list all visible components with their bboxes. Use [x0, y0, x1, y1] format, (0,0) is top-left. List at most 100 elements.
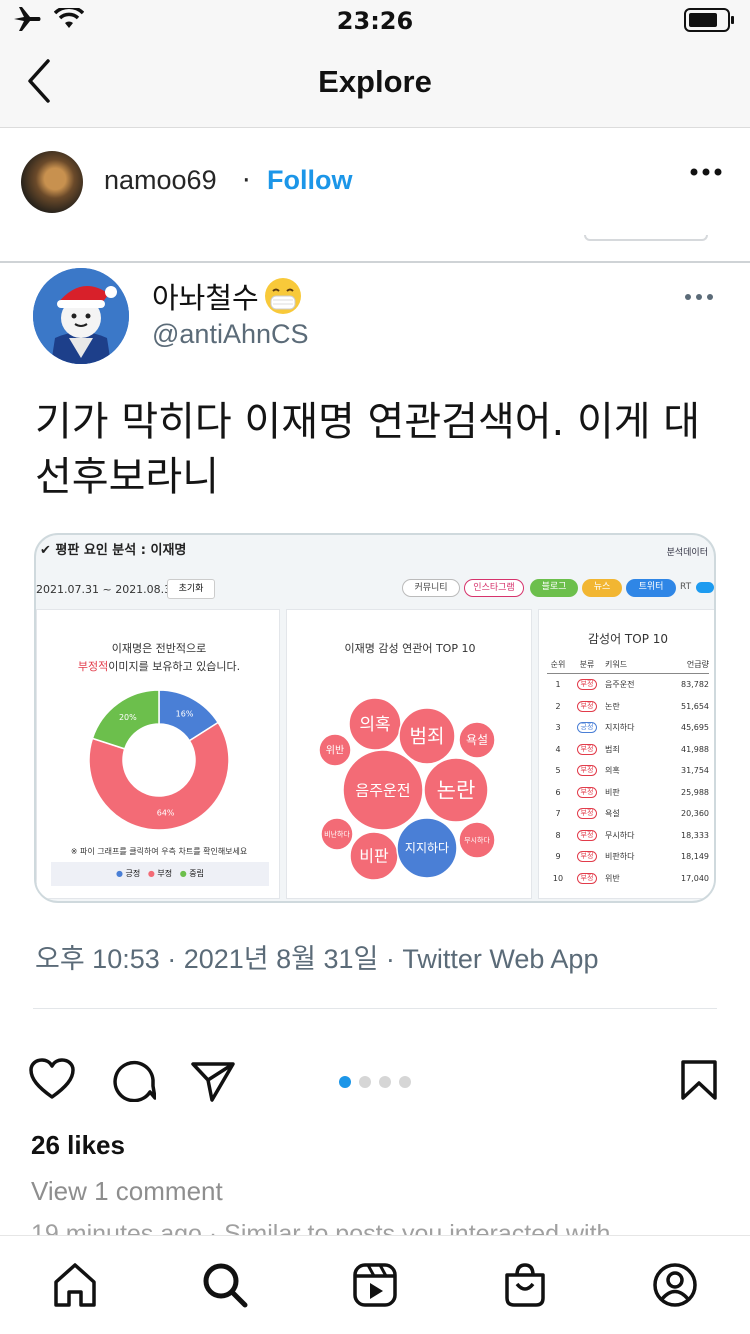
separator-dot: ·	[242, 165, 251, 196]
table-row: 3 긍정 지지하다 45,695	[547, 717, 709, 739]
heart-icon[interactable]	[28, 1057, 76, 1101]
donut-slice-label: 64%	[157, 809, 175, 818]
keyword-bubble-panel: 이재명 감성 연관어 TOP 10 의혹 범죄 욕설 위반 음주운전 논란 비난하다 비판 지지…	[286, 609, 532, 899]
keyword-table-panel: 감성어 TOP 10 순위 분류 키워드 언급량 1 부정 음주운전 83,782 2 부정 논란 5…	[538, 609, 714, 899]
carousel-dot	[399, 1076, 411, 1088]
table-cell: 비판	[605, 787, 620, 797]
tweet-handle: @antiAhnCS	[152, 319, 309, 349]
table-cell: 논란	[605, 701, 620, 711]
more-icon[interactable]	[690, 167, 722, 177]
table-cell: 10	[552, 873, 564, 883]
table-cell: 부정	[569, 700, 605, 712]
table-cell: 2	[555, 701, 561, 711]
chip-community: 커뮤니티	[402, 579, 460, 597]
keyword-bubble-label: 범죄	[410, 726, 445, 748]
donut-headline: 이재명은 전반적으로	[111, 642, 207, 655]
previous-tweet-edge	[0, 235, 750, 263]
tweet-image-card: ✔ 평판 요인 분석 : 이재명 분석데이터 2021.07.31 ~ 2021…	[34, 533, 716, 903]
table-cell: 8	[555, 830, 561, 840]
table-cell: 부정	[569, 765, 605, 777]
share-icon[interactable]	[190, 1060, 236, 1102]
donut-headline-2: 이미지를 보유하고 있습니다.	[108, 660, 241, 673]
table-cell: 부정	[569, 743, 605, 755]
bubble-title: 이재명 감성 연관어 TOP 10	[344, 642, 476, 655]
table-header-cell: 순위	[550, 660, 566, 669]
view-comments-link[interactable]: View 1 comment	[31, 1176, 223, 1207]
chip-twitter: 트위터	[626, 579, 676, 597]
post-timestamp: 19 minutes ago · Similar to posts you in…	[31, 1220, 611, 1235]
rt-label: RT	[680, 582, 692, 592]
reels-icon[interactable]	[352, 1262, 398, 1308]
table-header-row: 순위 분류 키워드 언급량	[547, 656, 709, 674]
table-row: 1 부정 음주운전 83,782	[547, 674, 709, 696]
shop-icon[interactable]	[502, 1262, 548, 1308]
table-cell: 5	[555, 766, 561, 776]
nav-bar: Explore	[0, 40, 750, 128]
keyword-bubble-label: 지지하다	[405, 841, 449, 855]
table-cell: 41,988	[681, 744, 709, 754]
table-cell: 25,988	[681, 787, 709, 797]
table-cell: 20,360	[681, 809, 709, 819]
table-cell: 지지하다	[605, 723, 635, 733]
donut-chart: 16% 64% 20%	[88, 689, 230, 831]
page-title: Explore	[318, 64, 432, 99]
bubble-chart: 의혹범죄 욕설위반음주운전 논란비난하다비판 지지하다 무시하다	[318, 697, 496, 881]
table-title: 감성어 TOP 10	[587, 632, 669, 646]
table-cell: 의혹	[605, 766, 620, 776]
pie-note: ※ 파이 그래프를 클릭하여 우측 차트를 확인해보세요	[70, 847, 248, 856]
legend-neutral: 중립	[189, 869, 205, 878]
sentiment-badge: 부정	[576, 872, 598, 884]
carousel-dot	[339, 1076, 351, 1088]
table-row: 10 부정 위반 17,040	[547, 868, 709, 890]
likes-count[interactable]: 26 likes	[31, 1130, 125, 1161]
table-row: 9 부정 비판하다 18,149	[547, 846, 709, 868]
sentiment-badge: 부정	[576, 808, 598, 820]
keyword-bubble-label: 비판	[359, 847, 389, 866]
mask-face-emoji-icon	[265, 278, 301, 314]
table-row: 2 부정 논란 51,654	[547, 696, 709, 718]
card-logo: 분석데이터	[666, 548, 708, 558]
table-cell: 1	[555, 680, 561, 690]
tweet-meta: 오후 10:53 · 2021년 8월 31일 · Twitter Web Ap…	[35, 944, 599, 974]
table-row: 7 부정 욕설 20,360	[547, 803, 709, 825]
carousel-dot	[359, 1076, 371, 1088]
divider	[33, 1008, 717, 1009]
table-header-cell: 키워드	[605, 660, 628, 669]
avatar[interactable]	[21, 151, 83, 213]
table-cell: 부정	[569, 872, 605, 884]
table-cell: 17,040	[681, 873, 709, 883]
table-cell: 범죄	[605, 744, 620, 754]
sentiment-badge: 부정	[576, 851, 598, 863]
card-title: ✔ 평판 요인 분석 : 이재명	[40, 543, 187, 558]
post-header: namoo69 · Follow	[0, 129, 750, 235]
legend-positive: 긍정	[125, 869, 141, 878]
keyword-bubble-label: 욕설	[466, 733, 488, 747]
status-bar: 23:26	[0, 0, 750, 40]
post-image[interactable]: 아놔철수 @antiAhnCS 기가 막히다 이재명 연관검색어. 이게 대선후…	[0, 235, 750, 1235]
donut-slice-label: 20%	[119, 713, 137, 722]
table-cell: 18,333	[681, 830, 709, 840]
table-cell: 음주운전	[605, 680, 635, 690]
table-header-cell: 분류	[579, 660, 595, 669]
bottom-tab-bar	[0, 1235, 750, 1334]
keyword-bubble-label: 위반	[326, 744, 344, 757]
search-icon[interactable]	[202, 1262, 248, 1308]
home-icon[interactable]	[52, 1262, 98, 1308]
table-row: 8 부정 무시하다 18,333	[547, 825, 709, 847]
post-username[interactable]: namoo69	[104, 165, 217, 196]
table-header-cell: 언급량	[686, 660, 709, 669]
tweet-more-icon	[685, 294, 713, 300]
follow-button[interactable]: Follow	[267, 165, 352, 196]
sentiment-badge: 부정	[576, 829, 598, 841]
donut-legend: ● 긍정 ● 부정 ● 중립	[51, 862, 269, 886]
table-cell: 6	[555, 787, 561, 797]
bookmark-icon[interactable]	[680, 1059, 718, 1101]
legend-negative: 부정	[157, 869, 173, 878]
table-cell: 51,654	[681, 701, 709, 711]
chip-blog: 블로그	[530, 579, 578, 597]
table-cell: 부정	[569, 829, 605, 841]
table-cell: 부정	[569, 851, 605, 863]
reset-button: 초기화	[167, 579, 215, 599]
comment-icon[interactable]	[110, 1058, 156, 1102]
profile-icon[interactable]	[652, 1262, 698, 1308]
